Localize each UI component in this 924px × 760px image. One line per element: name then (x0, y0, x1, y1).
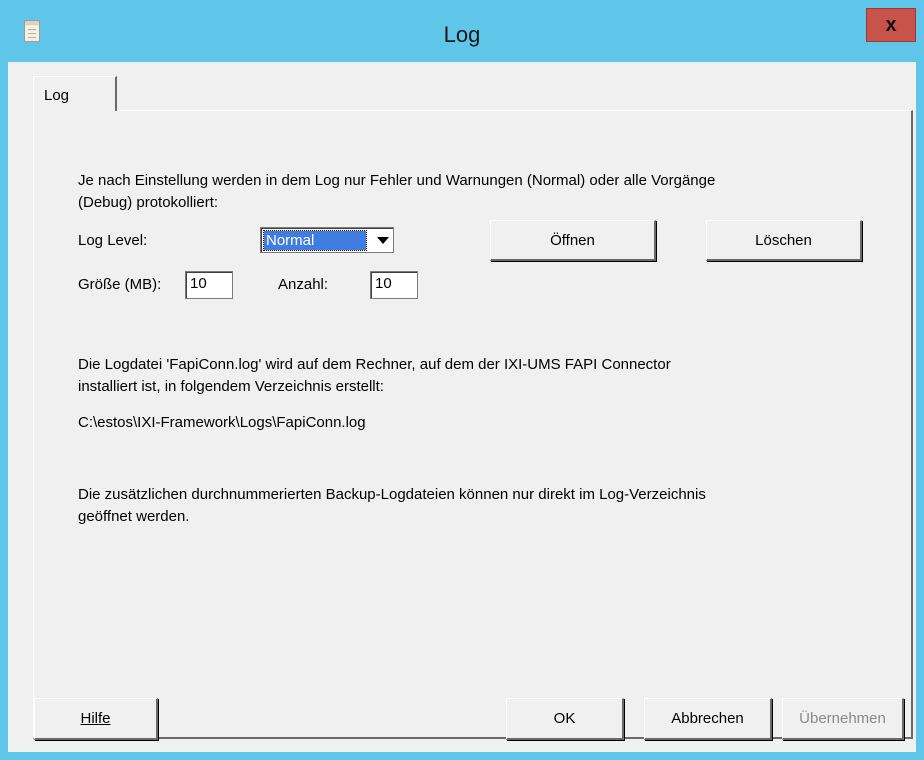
backup-text-line1: Die zusätzlichen durchnummerierten Backu… (78, 486, 706, 503)
count-label: Anzahl: (278, 276, 329, 293)
log-level-value: Normal (263, 230, 367, 251)
intro-text-line2: (Debug) protokolliert: (78, 194, 219, 211)
dialog-window: Log x Log Je nach Einstellung werden in … (0, 0, 924, 760)
close-icon: x (885, 14, 897, 36)
backup-text-line2: geöffnet werden. (78, 508, 190, 525)
apply-button[interactable]: Übernehmen (782, 698, 904, 740)
chevron-down-icon[interactable] (376, 233, 390, 247)
title-bar[interactable]: Log x (0, 0, 924, 70)
window-title: Log (443, 22, 481, 47)
log-level-select[interactable]: Normal (260, 227, 394, 253)
ok-button[interactable]: OK (506, 698, 624, 740)
count-field[interactable]: 10 (370, 271, 418, 299)
open-button[interactable]: Öffnen (490, 220, 656, 261)
help-button[interactable]: Hilfe (34, 698, 158, 740)
cancel-button[interactable]: Abbrechen (644, 698, 772, 740)
info-text-line1: Die Logdatei 'FapiConn.log' wird auf dem… (78, 356, 671, 373)
intro-text-line1: Je nach Einstellung werden in dem Log nu… (78, 172, 716, 189)
info-text-line2: installiert ist, in folgendem Verzeichni… (78, 378, 384, 395)
log-level-label: Log Level: (78, 232, 148, 249)
size-field[interactable]: 10 (185, 271, 233, 299)
size-label: Größe (MB): (78, 276, 162, 293)
tab-log[interactable]: Log (33, 76, 117, 111)
help-button-label: Hilfe (80, 710, 111, 727)
dialog-client: Log Je nach Einstellung werden in dem Lo… (8, 62, 916, 752)
close-button[interactable]: x (866, 8, 916, 42)
delete-button[interactable]: Löschen (706, 220, 862, 261)
log-path-text: C:\estos\IXI-Framework\Logs\FapiConn.log (78, 414, 366, 431)
